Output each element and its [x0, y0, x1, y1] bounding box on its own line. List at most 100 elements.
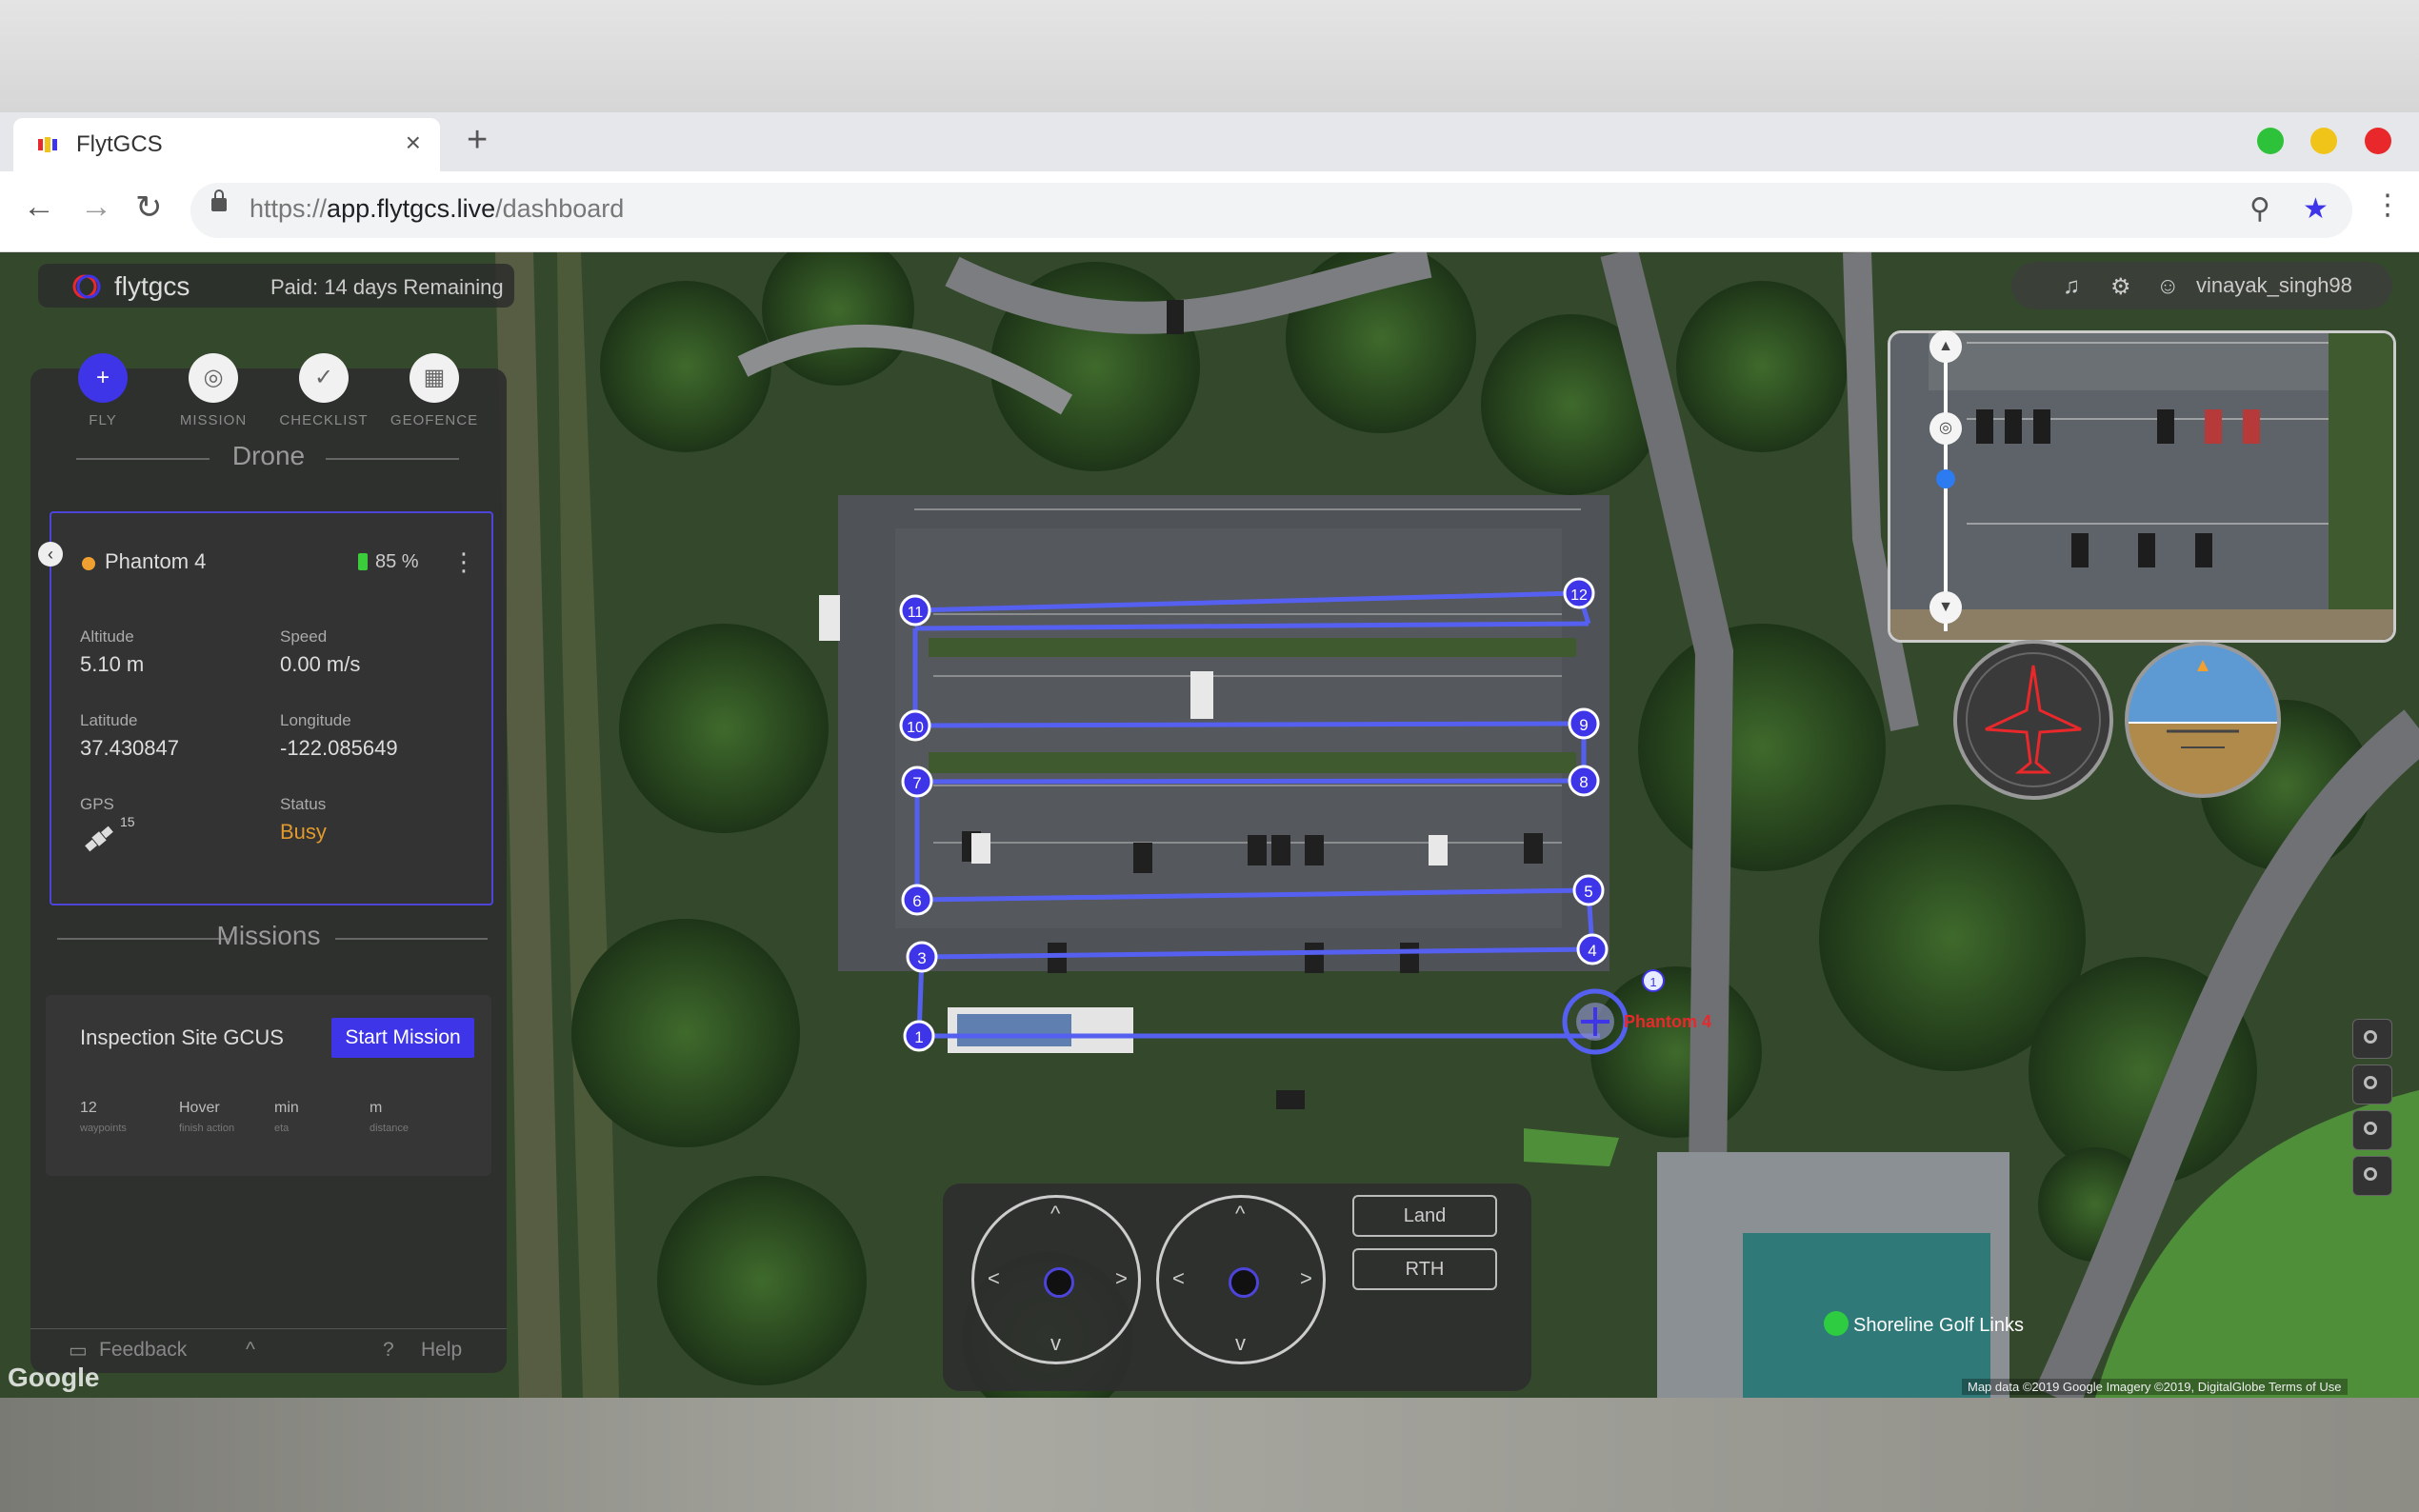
waypoint-marker[interactable]: 7	[901, 766, 933, 798]
right-stick-knob[interactable]	[1229, 1267, 1259, 1298]
map-zoom-out-button[interactable]	[2352, 1156, 2392, 1196]
expand-chevron-icon[interactable]: ^	[246, 1339, 255, 1362]
waypoint-marker[interactable]: 3	[906, 941, 938, 973]
waypoint-marker[interactable]: 5	[1572, 874, 1605, 906]
drone-map-label: Phantom 4	[1624, 1012, 1711, 1031]
longitude-value: -122.085649	[280, 736, 398, 760]
yaw-left-icon: <	[988, 1266, 1000, 1290]
help-link[interactable]: Help	[421, 1339, 462, 1362]
map-center-button[interactable]	[2352, 1064, 2392, 1104]
browser-menu-icon[interactable]: ⋮	[2373, 189, 2402, 222]
waypoint-label: 3	[917, 949, 926, 967]
tab-close-icon[interactable]: ×	[406, 128, 421, 158]
gimbal-center-icon[interactable]: ◎	[1929, 412, 1962, 445]
compass-heading-gauge	[1953, 640, 2113, 800]
camera-feed[interactable]	[1888, 330, 2396, 643]
new-tab-button[interactable]: +	[467, 120, 488, 161]
waypoint-label: 1	[914, 1028, 923, 1046]
land-button[interactable]: Land	[1352, 1195, 1497, 1237]
waypoint-marker[interactable]: 6	[901, 884, 933, 916]
user-avatar-icon[interactable]: ☺	[2156, 273, 2180, 300]
panel-footer: ▭ Feedback ^ ? Help	[30, 1328, 507, 1373]
finish-action-label: finish action	[179, 1123, 235, 1134]
waypoint-marker[interactable]: 10	[899, 709, 931, 742]
missions-section-title: Missions	[216, 921, 321, 950]
back-icon[interactable]: ←	[23, 189, 55, 226]
rth-button[interactable]: RTH	[1352, 1248, 1497, 1290]
desktop-background-top	[0, 0, 2419, 112]
geofence-icon[interactable]: ▦	[410, 353, 459, 403]
feedback-link[interactable]: Feedback	[99, 1339, 187, 1362]
waypoint-marker[interactable]: 8	[1568, 765, 1600, 797]
waypoint-marker[interactable]: 12	[1563, 577, 1595, 609]
user-name[interactable]: vinayak_singh98	[2196, 273, 2352, 298]
gps-label: GPS	[80, 795, 114, 813]
gimbal-up-icon[interactable]: ▲	[1929, 330, 1962, 363]
lock-icon	[211, 189, 227, 211]
speed-value: 0.00 m/s	[280, 652, 361, 676]
fly-icon[interactable]: +	[78, 353, 128, 403]
mission-card[interactable]: Inspection Site GCUS Start Mission 12 wa…	[46, 995, 491, 1176]
right-joystick[interactable]: ^ v < >	[1156, 1195, 1326, 1364]
waypoint-marker[interactable]: 9	[1568, 707, 1600, 740]
waypoint-marker[interactable]: 4	[1576, 933, 1609, 965]
waypoint-label: 7	[912, 774, 921, 792]
flytgcs-logo-icon	[72, 274, 101, 299]
plan-status[interactable]: Paid: 14 days Remaining	[270, 275, 504, 300]
left-stick-knob[interactable]	[1044, 1267, 1074, 1298]
divider	[335, 938, 488, 940]
zoom-search-icon[interactable]: ⚲	[2249, 192, 2270, 226]
waypoint-label: 11	[908, 605, 924, 621]
collapse-icon[interactable]: ‹	[38, 542, 63, 567]
drone-card[interactable]: ‹ Phantom 4 85 % ⋮ Altitude 5.10 m Speed…	[38, 511, 493, 905]
address-bar[interactable]: https://app.flytgcs.live/dashboard ⚲ ★	[190, 183, 2352, 238]
waypoint-marker[interactable]: 1	[1642, 969, 1665, 992]
bell-icon[interactable]: ♫	[2063, 273, 2080, 300]
settings-gear-icon[interactable]: ⚙	[2110, 273, 2131, 301]
logo-text: flytgcs	[114, 271, 190, 301]
place-label[interactable]: Shoreline Golf Links	[1853, 1315, 2024, 1336]
map-zoom-in-button[interactable]	[2352, 1110, 2392, 1150]
checklist-icon[interactable]: ✓	[299, 353, 349, 403]
satellite-icon	[85, 826, 113, 852]
mission-icon[interactable]: ◎	[189, 353, 238, 403]
map-layer-button[interactable]	[2352, 1019, 2392, 1059]
url-path: /dashboard	[495, 194, 625, 223]
waypoint-marker[interactable]: 11	[899, 594, 931, 627]
help-icon[interactable]: ?	[383, 1339, 394, 1362]
throttle-up-icon: ^	[1050, 1202, 1061, 1225]
gps-satellite-count: 15	[120, 814, 135, 829]
drone-menu-icon[interactable]: ⋮	[451, 547, 476, 577]
map-viewport[interactable]: 1 3 4 5 6 7 8 9 10 11 12 1 Phantom 4 Sho…	[0, 252, 2419, 1398]
url-scheme: https://	[250, 194, 328, 223]
bookmark-star-icon[interactable]: ★	[2303, 192, 2329, 226]
latitude-label: Latitude	[80, 711, 138, 729]
gimbal-down-icon[interactable]: ▼	[1929, 591, 1962, 624]
window-minimize-button[interactable]	[2310, 128, 2337, 154]
reload-icon[interactable]: ↻	[135, 189, 163, 227]
battery-icon	[358, 553, 368, 570]
eta-label: eta	[274, 1123, 290, 1134]
forward-icon[interactable]: →	[80, 189, 112, 226]
map-attribution[interactable]: Map data ©2019 Google Imagery ©2019, Dig…	[1962, 1379, 2348, 1395]
waypoint-label: 8	[1579, 773, 1588, 791]
user-bar: ♫ ⚙ ☺ vinayak_singh98	[2011, 262, 2392, 309]
yaw-right-icon: >	[1115, 1266, 1128, 1290]
place-pin-icon[interactable]	[1824, 1311, 1849, 1336]
waypoint-count-label: waypoints	[80, 1123, 127, 1134]
url-text[interactable]: https://app.flytgcs.live/dashboard	[250, 194, 624, 224]
control-panel: + FLY ◎ MISSION ✓ CHECKLIST ▦ GEOFENCE D…	[30, 353, 507, 1373]
start-mission-button[interactable]: Start Mission	[331, 1018, 474, 1058]
left-joystick[interactable]: ^ v < >	[971, 1195, 1141, 1364]
waypoint-label: 10	[907, 720, 924, 736]
window-maximize-button[interactable]	[2257, 128, 2284, 154]
window-close-button[interactable]	[2365, 128, 2391, 154]
nav-label: GEOFENCE	[390, 412, 479, 428]
feedback-icon[interactable]: ▭	[69, 1339, 88, 1363]
divider	[326, 458, 459, 460]
browser-tab[interactable]: FlytGCS ×	[13, 118, 440, 171]
waypoint-marker[interactable]: 1	[903, 1020, 935, 1052]
pitch-forward-icon: ^	[1235, 1202, 1246, 1225]
waypoint-label: 5	[1584, 883, 1592, 901]
desktop-background-bottom	[0, 1398, 2419, 1512]
